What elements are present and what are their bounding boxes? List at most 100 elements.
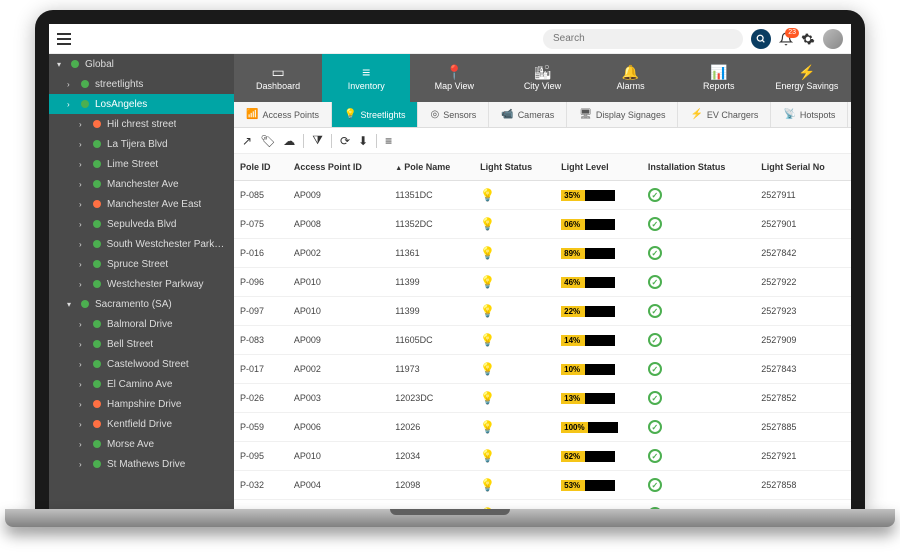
column-header[interactable]: Light Level [555,154,642,181]
tree-label: Castelwood Street [107,359,189,370]
tree-item[interactable]: ›Hil chrest street [49,114,234,134]
cell-light-status: 💡 [474,413,555,442]
tree-item[interactable]: ›Westchester Parkway [49,274,234,294]
tag-icon[interactable]: 🏷 [260,134,275,148]
tree-item[interactable]: ›South Westchester Parkway [49,234,234,254]
tree-item[interactable]: ›Kentfield Drive [49,414,234,434]
cell-light-status: 💡 [474,181,555,210]
table-row[interactable]: P-017AP00211973💡10%✓2527843 [234,355,851,384]
chevron-icon: › [79,120,87,129]
tree-item[interactable]: ›Manchester Ave [49,174,234,194]
cell-pole-id: P-095 [234,442,288,471]
cell-serial: 2527923 [755,297,851,326]
search-input[interactable] [543,29,743,49]
tree-item[interactable]: ›El Camino Ave [49,374,234,394]
status-dot [93,460,101,468]
cell-serial: 2527901 [755,210,851,239]
subtab-hotspots[interactable]: 📡Hotspots [771,102,848,127]
subtab-icon: 💡 [344,109,356,120]
tree-item[interactable]: ›Castelwood Street [49,354,234,374]
cell-pole-id: P-016 [234,239,288,268]
navtab-energy-savings[interactable]: ⚡Energy Savings [763,54,851,102]
cloud-icon[interactable]: ☁ [283,134,295,148]
tree-item[interactable]: ›Morse Ave [49,434,234,454]
navtab-reports[interactable]: 📊Reports [675,54,763,102]
tree-item[interactable]: ▾Sacramento (SA) [49,294,234,314]
column-header[interactable]: Light Status [474,154,555,181]
navtab-icon: 🏙 [534,65,552,79]
tree-item[interactable]: ›Manchester Ave East [49,194,234,214]
status-dot [93,220,101,228]
subtab-sensors[interactable]: ◎Sensors [418,102,489,127]
status-dot [93,280,101,288]
tree-label: La Tijera Blvd [107,139,168,150]
cell-serial: 2527911 [755,181,851,210]
tree-item[interactable]: ›Bell Street [49,334,234,354]
navtab-city-view[interactable]: 🏙City View [498,54,586,102]
table-row[interactable]: P-097AP01011399💡22%✓2527923 [234,297,851,326]
tree-item[interactable]: ›Sepulveda Blvd [49,214,234,234]
cell-pole-id: P-083 [234,326,288,355]
tree-label: Manchester Ave East [107,199,201,210]
table-row[interactable]: P-085AP00911351DC💡35%✓2527911 [234,181,851,210]
tree-item[interactable]: ›Spruce Street [49,254,234,274]
table-row[interactable]: P-095AP01012034💡62%✓2527921 [234,442,851,471]
bulb-icon: 💡 [480,420,495,434]
hamburger-icon[interactable] [57,33,71,45]
chevron-icon: › [79,320,87,329]
table-row[interactable]: P-026AP00312023DC💡13%✓2527852 [234,384,851,413]
chevron-icon: › [79,400,87,409]
tree-item[interactable]: ›Hampshire Drive [49,394,234,414]
tree-item[interactable]: ›St Mathews Drive [49,454,234,474]
tree-item[interactable]: ›Balmoral Drive [49,314,234,334]
cell-pole-name: 12026 [389,413,474,442]
export-icon[interactable]: ↗ [242,134,252,148]
navtab-dashboard[interactable]: ▭Dashboard [234,54,322,102]
status-dot [81,80,89,88]
status-dot [93,340,101,348]
tree-label: South Westchester Parkway [107,239,226,250]
navtab-map-view[interactable]: 📍Map View [410,54,498,102]
table-row[interactable]: P-059AP00612026💡100%✓2527885 [234,413,851,442]
list-icon[interactable]: ≡ [385,134,392,148]
column-header[interactable]: ▲Pole Name [389,154,474,181]
subtab-label: Access Points [262,110,319,120]
check-icon: ✓ [648,478,662,492]
subtab-display-signages[interactable]: 🖥Display Signages [567,102,678,127]
tree-item[interactable]: ›streetlights [49,74,234,94]
subtab-icon: 📶 [246,109,258,120]
subtab-ev-chargers[interactable]: ⚡EV Chargers [678,102,771,127]
cell-light-level: 100% [555,413,642,442]
search-button[interactable] [751,29,771,49]
notifications-button[interactable]: 23 [779,32,793,46]
subtab-label: Hotspots [800,110,836,120]
table-row[interactable]: P-016AP00211361💡89%✓2527842 [234,239,851,268]
column-header[interactable]: Light Serial No [755,154,851,181]
tree-item[interactable]: ›La Tijera Blvd [49,134,234,154]
download-icon[interactable]: ⬇ [358,134,368,148]
navtab-alarms[interactable]: 🔔Alarms [587,54,675,102]
column-header[interactable]: Access Point ID [288,154,389,181]
chevron-icon: › [79,460,87,469]
column-header[interactable]: Installation Status [642,154,755,181]
cell-light-level: 89% [555,239,642,268]
table-row[interactable]: P-096AP01011399💡46%✓2527922 [234,268,851,297]
check-icon: ✓ [648,188,662,202]
subtab-cameras[interactable]: 📹Cameras [489,102,567,127]
table-row[interactable]: P-083AP00911605DC💡14%✓2527909 [234,326,851,355]
subtab-access-points[interactable]: 📶 Access Points [234,102,332,127]
navtab-inventory[interactable]: ≡Inventory [322,54,410,102]
subtab-streetlights[interactable]: 💡Streetlights [332,102,418,127]
filter-icon[interactable]: ⧩ [312,133,323,148]
location-tree: ▾Global›streetlights›LosAngeles›Hil chre… [49,54,234,510]
table-row[interactable]: P-032AP00412098💡53%✓2527858 [234,471,851,500]
avatar[interactable] [823,29,843,49]
tree-item[interactable]: ▾Global [49,54,234,74]
tree-item[interactable]: ›LosAngeles [49,94,234,114]
tree-item[interactable]: ›Lime Street [49,154,234,174]
refresh-icon[interactable]: ⟳ [340,134,350,148]
column-header[interactable]: Pole ID [234,154,288,181]
settings-button[interactable] [801,32,815,46]
check-icon: ✓ [648,449,662,463]
table-row[interactable]: P-075AP00811352DC💡06%✓2527901 [234,210,851,239]
